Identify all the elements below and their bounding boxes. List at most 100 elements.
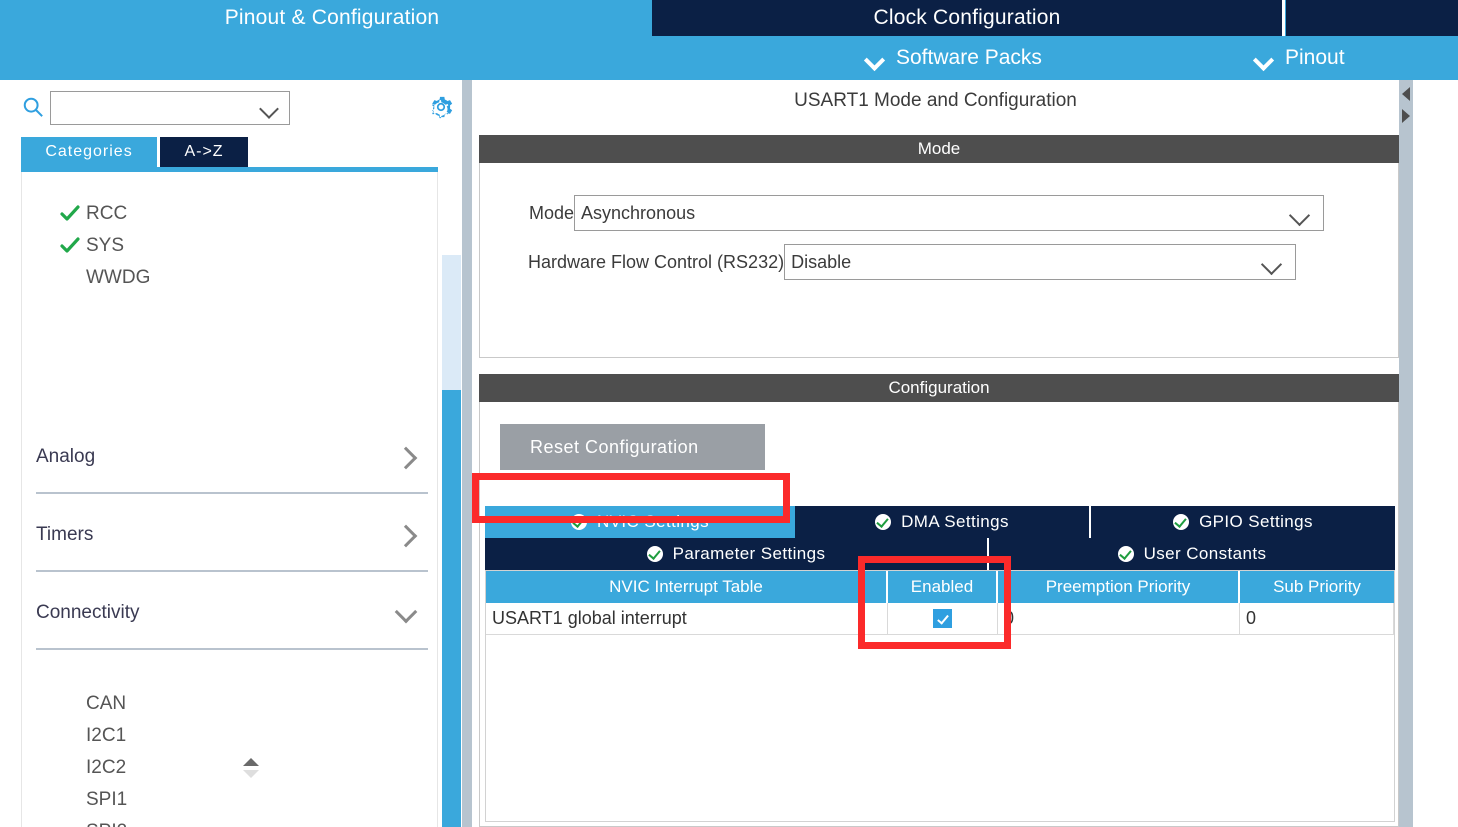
tab-clock-configuration[interactable]: Clock Configuration xyxy=(652,0,1282,36)
cell-preemption-priority[interactable]: 0 xyxy=(998,603,1240,635)
check-circle-icon xyxy=(1117,546,1134,562)
menu-pinout[interactable]: Pinout xyxy=(1255,36,1345,80)
gear-icon[interactable] xyxy=(428,94,454,120)
field-mode: Mode Asynchronous xyxy=(529,195,1325,231)
configuration-tabs-row-1: NVIC Settings DMA Settings GPIO Settings xyxy=(485,506,1395,538)
periph-label: CAN xyxy=(86,693,127,714)
sub-toolbar: Software Packs Pinout xyxy=(0,36,1458,80)
tab-pinout-and-configuration[interactable]: Pinout & Configuration xyxy=(12,0,652,36)
chevron-down-icon[interactable] xyxy=(1289,208,1311,220)
page-title-text: USART1 Mode and Configuration xyxy=(794,90,1077,111)
search-icon[interactable] xyxy=(22,96,44,118)
periph-item-spi2[interactable]: SPI2 xyxy=(22,816,437,827)
enabled-checkbox[interactable] xyxy=(933,609,952,628)
field-label: Hardware Flow Control (RS232) xyxy=(528,251,785,272)
periph-item-spi1[interactable]: SPI1 xyxy=(22,784,437,816)
periph-item-wwdg[interactable]: WWDG xyxy=(22,262,437,294)
check-icon xyxy=(60,237,80,253)
column-header-preemption-priority[interactable]: Preemption Priority xyxy=(998,571,1240,603)
menu-software-packs[interactable]: Software Packs xyxy=(866,36,1042,80)
tab-next[interactable] xyxy=(1286,0,1458,36)
check-icon xyxy=(60,205,80,221)
tab-label: User Constants xyxy=(1143,544,1267,563)
tab-nvic-settings[interactable]: NVIC Settings xyxy=(485,506,795,538)
mode-section-label: Mode xyxy=(917,139,961,158)
section-header-analog[interactable]: Analog xyxy=(36,422,428,494)
periph-item-rcc[interactable]: RCC xyxy=(22,198,437,230)
cell-enabled[interactable] xyxy=(888,603,998,635)
right-splitter[interactable] xyxy=(1399,80,1413,827)
check-circle-icon xyxy=(875,514,892,530)
configuration-section-header: Configuration xyxy=(479,374,1399,402)
expand-right-icon[interactable] xyxy=(1400,108,1412,124)
field-hardware-flow-control: Hardware Flow Control (RS232) Disable xyxy=(528,244,1297,280)
main-tab-bar: Pinout & Configuration Clock Configurati… xyxy=(0,0,1458,36)
tab-user-constants[interactable]: User Constants xyxy=(989,538,1395,570)
tab-dma-settings[interactable]: DMA Settings xyxy=(795,506,1091,538)
menu-label: Pinout xyxy=(1285,46,1345,69)
periph-item-i2c2[interactable]: I2C2 xyxy=(22,752,437,784)
check-circle-icon xyxy=(646,546,663,562)
periph-item-sys[interactable]: SYS xyxy=(22,230,437,262)
nvic-interrupt-table: NVIC Interrupt Table Enabled Preemption … xyxy=(485,570,1395,822)
chevron-down-icon xyxy=(866,53,884,64)
search-input[interactable] xyxy=(51,92,257,124)
tab-parameter-settings[interactable]: Parameter Settings xyxy=(485,538,989,570)
tab-label: Parameter Settings xyxy=(672,544,826,563)
mode-select[interactable]: Asynchronous xyxy=(574,195,1325,231)
peripheral-list: RCC SYS WWDG Analog Timers Connectivity … xyxy=(21,172,438,827)
hardware-flow-control-select[interactable]: Disable xyxy=(784,244,1297,280)
periph-item-can[interactable]: CAN xyxy=(22,688,437,720)
tab-gpio-settings[interactable]: GPIO Settings xyxy=(1091,506,1395,538)
left-splitter[interactable] xyxy=(462,80,472,827)
collapse-left-icon[interactable] xyxy=(1400,86,1412,102)
tab-label: Categories xyxy=(45,143,133,160)
tab-label: A->Z xyxy=(184,143,224,160)
field-label: Mode xyxy=(529,202,575,223)
check-circle-icon xyxy=(1173,514,1190,530)
tab-label: GPIO Settings xyxy=(1199,512,1313,531)
section-label: Timers xyxy=(36,524,94,545)
column-header-nvic-interrupt-table[interactable]: NVIC Interrupt Table xyxy=(486,571,888,603)
menu-label: Software Packs xyxy=(896,46,1042,69)
section-label: Connectivity xyxy=(36,602,140,623)
sidebar-scrollbar-thumb[interactable] xyxy=(442,390,461,827)
column-header-enabled[interactable]: Enabled xyxy=(888,571,998,603)
periph-label: I2C1 xyxy=(86,725,127,746)
chevron-down-icon xyxy=(396,603,416,623)
chevron-down-icon[interactable] xyxy=(259,102,281,114)
search-combobox[interactable] xyxy=(50,91,290,125)
section-header-timers[interactable]: Timers xyxy=(36,500,428,572)
preemption-priority-value: 0 xyxy=(1004,608,1015,628)
mode-section-body: Mode Asynchronous Hardware Flow Control … xyxy=(479,163,1399,358)
tab-label: NVIC Settings xyxy=(597,512,709,531)
sub-priority-value: 0 xyxy=(1246,608,1257,628)
configuration-section-body: Reset Configuration NVIC Settings DMA Se… xyxy=(479,402,1399,827)
sidebar-scrollbar[interactable] xyxy=(442,255,461,827)
cell-sub-priority[interactable]: 0 xyxy=(1240,603,1394,635)
column-header-label: Enabled xyxy=(910,577,974,596)
tab-label: Pinout & Configuration xyxy=(224,6,440,29)
section-header-connectivity[interactable]: Connectivity xyxy=(36,578,428,650)
column-header-label: Preemption Priority xyxy=(1045,577,1191,596)
chevron-right-icon xyxy=(396,525,416,545)
tab-categories[interactable]: Categories xyxy=(21,137,157,167)
mode-select-value: Asynchronous xyxy=(581,202,696,223)
table-header-row: NVIC Interrupt Table Enabled Preemption … xyxy=(486,571,1394,603)
periph-label: SYS xyxy=(86,235,125,256)
configuration-tabs-row-2: Parameter Settings User Constants xyxy=(485,538,1395,570)
sidebar-tab-bar: Categories A->Z xyxy=(0,137,462,167)
column-header-label: Sub Priority xyxy=(1273,577,1361,596)
periph-item-i2c1[interactable]: I2C1 xyxy=(22,720,437,752)
peripheral-sidebar: Categories A->Z RCC SYS WWDG Analog Time… xyxy=(0,80,462,827)
tab-label: Clock Configuration xyxy=(873,6,1061,29)
chevron-down-icon xyxy=(1255,53,1273,64)
column-header-sub-priority[interactable]: Sub Priority xyxy=(1240,571,1394,603)
chevron-down-icon[interactable] xyxy=(1261,257,1283,269)
tab-a-to-z[interactable]: A->Z xyxy=(160,137,248,167)
configuration-panel: USART1 Mode and Configuration Mode Mode … xyxy=(472,80,1399,827)
reset-configuration-button[interactable]: Reset Configuration xyxy=(500,424,765,470)
tab-separator xyxy=(1282,0,1285,36)
table-row[interactable]: USART1 global interrupt 0 0 xyxy=(486,603,1394,635)
mode-section-header: Mode xyxy=(479,135,1399,163)
